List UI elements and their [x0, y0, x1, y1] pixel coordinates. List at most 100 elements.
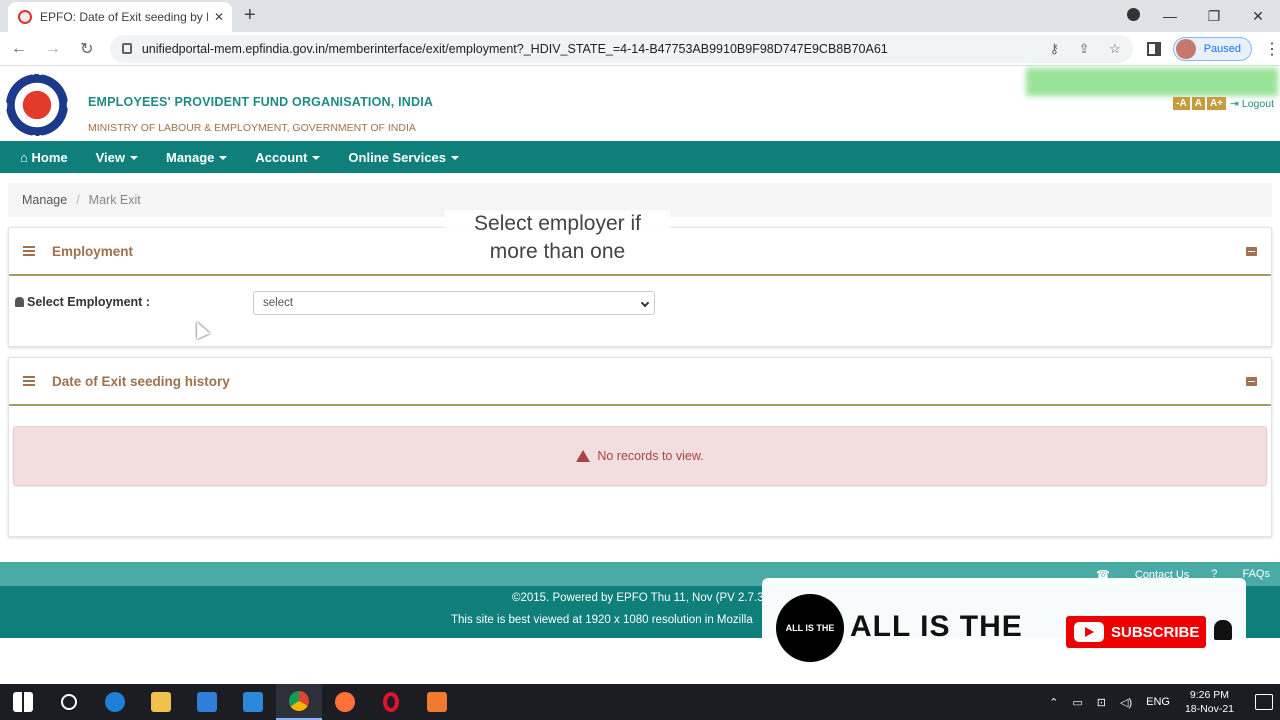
chevron-up-icon[interactable]: ⌃ — [1049, 696, 1058, 709]
taskbar-clock[interactable]: 9:26 PM 18-Nov-21 — [1185, 688, 1234, 716]
no-records-alert: No records to view. — [13, 426, 1267, 486]
profile-button[interactable]: Paused — [1172, 36, 1252, 61]
breadcrumb-mark-exit: Mark Exit — [88, 193, 141, 207]
new-tab-icon[interactable]: + — [244, 4, 256, 27]
caret-down-icon — [312, 156, 321, 161]
nav-view[interactable]: View — [96, 150, 138, 165]
bookmark-star-icon[interactable]: ☆ — [1109, 41, 1121, 56]
avatar — [1175, 38, 1196, 59]
exit-history-panel: Date of Exit seeding history No records … — [8, 357, 1272, 537]
lock-icon — [121, 43, 132, 54]
annotation-line-1: Select employer if — [474, 212, 641, 235]
store-icon[interactable] — [184, 684, 230, 720]
font-size-controls: -A A A+ — [1173, 97, 1226, 110]
faqs-label: FAQs — [1242, 568, 1270, 580]
logout-link[interactable]: ⇥ Logout — [1230, 98, 1274, 110]
browser-tabbar: EPFO: Date of Exit seeding by Me ✕ + — ❐… — [0, 0, 1280, 32]
profile-status: Paused — [1203, 42, 1241, 55]
epfo-favicon-icon — [18, 10, 32, 24]
best-view-text: This site is best viewed at 1920 x 1080 … — [451, 614, 753, 626]
opera-icon[interactable] — [368, 684, 414, 720]
maximize-icon[interactable]: ❐ — [1192, 8, 1236, 25]
edge-icon[interactable] — [92, 684, 138, 720]
chrome-icon[interactable] — [276, 684, 322, 720]
youtube-play-icon — [1074, 622, 1104, 642]
caret-down-icon — [450, 156, 459, 161]
forward-icon[interactable]: → — [38, 40, 68, 58]
subscribe-overlay: ALL IS THE ALL IS THE SUBSCRIBE — [762, 578, 1246, 682]
employment-select-value: select — [263, 297, 294, 309]
nav-online-services[interactable]: Online Services — [348, 150, 459, 165]
exit-history-body: No records to view. — [9, 406, 1271, 536]
org-name: EMPLOYEES' PROVIDENT FUND ORGANISATION, … — [88, 95, 434, 109]
exit-history-header: Date of Exit seeding history — [9, 358, 1271, 406]
nav-manage-label: Manage — [166, 149, 215, 165]
close-tab-icon[interactable]: ✕ — [214, 10, 224, 24]
firefox-icon[interactable] — [322, 684, 368, 720]
minimize-icon[interactable]: — — [1148, 8, 1192, 24]
reload-icon[interactable]: ↻ — [72, 39, 102, 59]
main-nav: ⌂ Home View Manage Account Online Servic… — [0, 141, 1280, 173]
subscribe-label: SUBSCRIBE — [1111, 623, 1200, 641]
site-header: EMPLOYEES' PROVIDENT FUND ORGANISATION, … — [0, 66, 1280, 141]
browser-tab[interactable]: EPFO: Date of Exit seeding by Me ✕ — [8, 2, 232, 32]
copyright-text: ©2015. Powered by EPFO Thu 11, Nov (PV 2… — [512, 592, 764, 604]
breadcrumb-separator: / — [76, 193, 80, 207]
select-employment-text: Select Employment : — [27, 295, 150, 309]
key-icon[interactable]: ⚷ — [1050, 41, 1060, 56]
recorder-app-icon[interactable] — [414, 684, 460, 720]
language-indicator[interactable]: ENG — [1146, 696, 1170, 708]
exit-history-title: Date of Exit seeding history — [52, 373, 230, 389]
system-tray: ⌃ ▭ ⊡ ◁) ENG 9:26 PM 18-Nov-21 — [1042, 688, 1280, 716]
employment-title: Employment — [52, 243, 134, 259]
channel-logo: ALL IS THE — [776, 594, 844, 662]
chevron-down-icon — [640, 298, 650, 308]
address-bar[interactable]: unifiedportal-mem.epfindia.gov.in/member… — [109, 34, 1133, 63]
cortana-icon[interactable] — [46, 684, 92, 720]
windows-taskbar: ⌃ ▭ ⊡ ◁) ENG 9:26 PM 18-Nov-21 — [0, 684, 1280, 720]
caret-down-icon — [130, 156, 138, 161]
warning-icon — [576, 450, 591, 462]
no-records-text: No records to view. — [597, 449, 704, 463]
user-icon — [15, 297, 24, 307]
share-icon[interactable]: ⇪ — [1079, 41, 1090, 56]
collapse-icon[interactable] — [1246, 247, 1257, 256]
volume-icon[interactable]: ◁) — [1120, 696, 1132, 709]
mail-icon[interactable] — [230, 684, 276, 720]
window-controls: — ❐ ✕ — [1118, 0, 1280, 32]
back-icon[interactable]: ← — [4, 40, 34, 58]
annotation-overlay: Select employer if more than one — [445, 210, 670, 266]
font-increase-button[interactable]: A+ — [1206, 97, 1226, 110]
nav-account-label: Account — [255, 149, 308, 165]
menu-kebab-icon[interactable]: ⋮ — [1264, 39, 1280, 59]
record-icon[interactable] — [1118, 8, 1148, 24]
file-explorer-icon[interactable] — [138, 684, 184, 720]
annotation-line-2: more than one — [489, 240, 626, 263]
tab-title: EPFO: Date of Exit seeding by Me — [40, 10, 208, 24]
network-icon[interactable]: ⊡ — [1097, 696, 1106, 709]
nav-online-services-label: Online Services — [348, 149, 446, 165]
side-panel-icon[interactable] — [1146, 41, 1161, 56]
epfo-logo — [6, 74, 68, 136]
nav-home[interactable]: ⌂ Home — [20, 150, 68, 165]
font-decrease-button[interactable]: -A — [1173, 97, 1190, 110]
employment-panel-body: Select Employment : select — [9, 276, 1271, 346]
windows-start-icon[interactable] — [0, 684, 46, 720]
clock-date: 18-Nov-21 — [1184, 703, 1234, 715]
subscribe-button[interactable]: SUBSCRIBE — [1066, 616, 1206, 648]
hamburger-icon — [23, 244, 35, 258]
breadcrumb-manage[interactable]: Manage — [22, 193, 67, 207]
blurred-user-info — [1026, 68, 1278, 96]
close-window-icon[interactable]: ✕ — [1236, 8, 1280, 25]
notification-icon[interactable] — [1255, 694, 1273, 710]
nav-manage[interactable]: Manage — [166, 149, 228, 165]
nav-view-label: View — [95, 149, 125, 165]
browser-toolbar: ← → ↻ unifiedportal-mem.epfindia.gov.in/… — [0, 32, 1280, 66]
bell-icon[interactable] — [1214, 620, 1232, 640]
battery-icon[interactable]: ▭ — [1072, 696, 1082, 709]
font-normal-button[interactable]: A — [1191, 97, 1205, 110]
nav-account[interactable]: Account — [255, 149, 321, 165]
employment-select[interactable]: select — [253, 291, 655, 315]
caret-down-icon — [219, 156, 228, 161]
collapse-icon[interactable] — [1246, 377, 1257, 386]
